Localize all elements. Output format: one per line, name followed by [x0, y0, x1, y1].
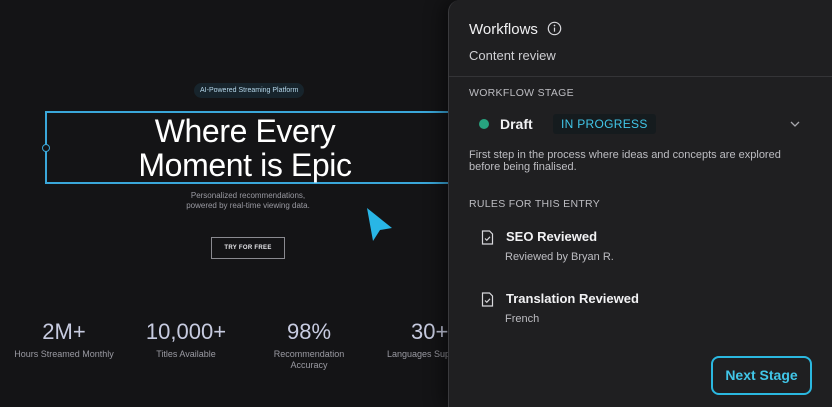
rule-item-seo[interactable]: SEO Reviewed Reviewed by Bryan R. [481, 229, 801, 271]
stat-hours: 2M+ Hours Streamed Monthly [6, 320, 122, 360]
hero-subtitle-line2: powered by real-time viewing data. [186, 201, 310, 210]
stat-value: 10,000+ [145, 319, 227, 344]
stage-name: Draft [500, 116, 533, 132]
app-page: AI-Powered Streaming Platform Where Ever… [0, 0, 832, 407]
rule-item-translation[interactable]: Translation Reviewed French [481, 291, 801, 333]
info-circle-icon[interactable] [547, 21, 562, 36]
panel-subtitle: Content review [469, 48, 556, 63]
stat-label-line2: Accuracy [290, 360, 328, 370]
document-check-icon [481, 230, 494, 245]
site-preview: AI-Powered Streaming Platform Where Ever… [0, 0, 465, 407]
rule-meta: French [505, 313, 540, 325]
rule-title: Translation Reviewed [506, 291, 639, 306]
try-for-free-button[interactable]: TRY FOR FREE [211, 237, 285, 259]
hero-subtitle: Personalized recommendations, powered by… [148, 191, 348, 211]
hero-title[interactable]: Where Every Moment is Epic [45, 114, 445, 182]
stat-label: Hours Streamed Monthly [14, 349, 114, 359]
chevron-down-icon[interactable] [789, 118, 801, 130]
stage-dropdown[interactable]: Draft IN PROGRESS [469, 111, 814, 137]
next-stage-button[interactable]: Next Stage [711, 356, 812, 395]
hero-title-line1: Where Every [154, 113, 336, 149]
document-check-icon [481, 292, 494, 307]
stat-label: Titles Available [156, 349, 216, 359]
stat-label: Recommendation Accuracy [256, 349, 362, 371]
rules-section-label: RULES FOR THIS ENTRY [469, 198, 601, 210]
stat-titles: 10,000+ Titles Available [130, 320, 242, 360]
stat-accuracy: 98% Recommendation Accuracy [256, 320, 362, 371]
stat-label-line1: Recommendation [273, 349, 345, 359]
platform-badge: AI-Powered Streaming Platform [194, 83, 305, 98]
stat-value: 98% [286, 319, 332, 344]
panel-title: Workflows [469, 21, 538, 38]
divider [449, 76, 832, 77]
pointer-cursor-icon [367, 208, 392, 241]
rule-meta: Reviewed by Bryan R. [505, 251, 614, 263]
stage-status-badge: IN PROGRESS [553, 114, 656, 134]
stage-status-dot [479, 119, 489, 129]
workflows-panel: Workflows Content review WORKFLOW STAGE … [448, 0, 832, 407]
stage-description: First step in the process where ideas an… [469, 149, 781, 173]
rule-title: SEO Reviewed [506, 229, 598, 244]
hero-title-line2: Moment is Epic [138, 147, 352, 183]
hero-subtitle-line1: Personalized recommendations, [190, 191, 306, 200]
workflow-stage-label: WORKFLOW STAGE [469, 87, 574, 99]
stat-value: 2M+ [42, 319, 86, 344]
